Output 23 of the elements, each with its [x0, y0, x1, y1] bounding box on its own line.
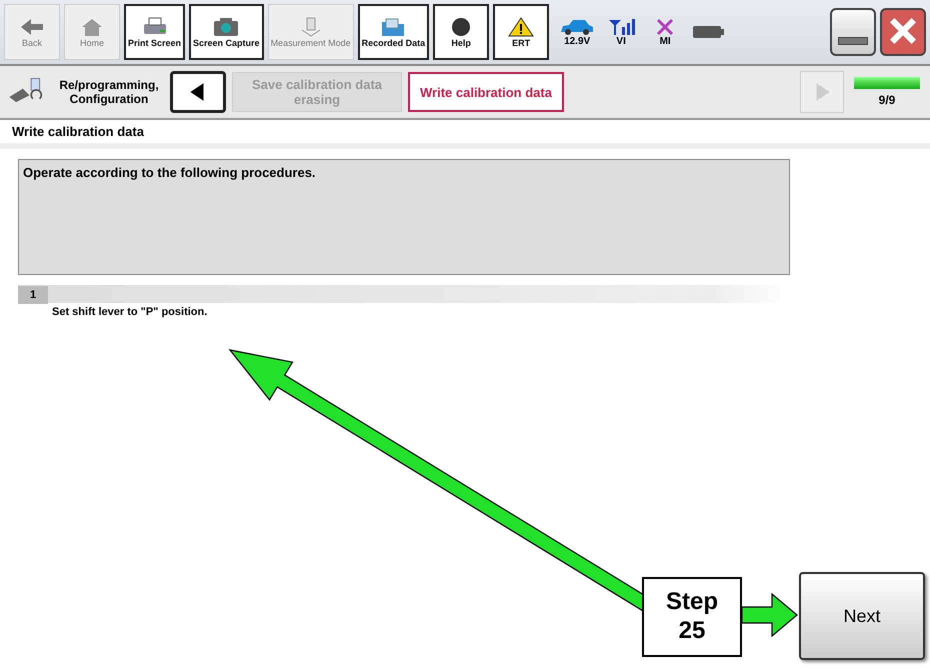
- toolbar-button[interactable]: ERT: [493, 4, 550, 60]
- toolbar-button[interactable]: Screen Capture: [189, 4, 264, 60]
- car-icon: [559, 18, 596, 36]
- step-number: 1: [18, 286, 48, 304]
- toolbar-button[interactable]: Recorded Data: [358, 4, 430, 60]
- progress-reading: 9/9: [878, 93, 896, 107]
- status-label: 12.9V: [564, 36, 590, 46]
- instruction-text: Operate according to the following procedures.: [23, 165, 316, 180]
- minimize-button[interactable]: [830, 8, 876, 56]
- toolbar-button[interactable]: Print Screen: [124, 4, 186, 60]
- pointer-arrow: [741, 592, 798, 638]
- close-button[interactable]: [880, 8, 926, 56]
- status-label: MI: [660, 36, 671, 46]
- toolbar-button[interactable]: Help: [433, 4, 490, 60]
- section-title: Write calibration data: [0, 120, 930, 149]
- step-callout: Step 25: [642, 577, 742, 657]
- category-label: Re/programming, Configuration: [58, 78, 160, 106]
- step-text: Set shift lever to "P" position.: [52, 306, 208, 318]
- back-arrow-button[interactable]: [170, 71, 226, 113]
- step-tab[interactable]: Write calibration data: [408, 72, 564, 112]
- warning-icon: [506, 16, 536, 38]
- status-label: VI: [616, 36, 626, 46]
- next-button[interactable]: Next: [799, 572, 925, 660]
